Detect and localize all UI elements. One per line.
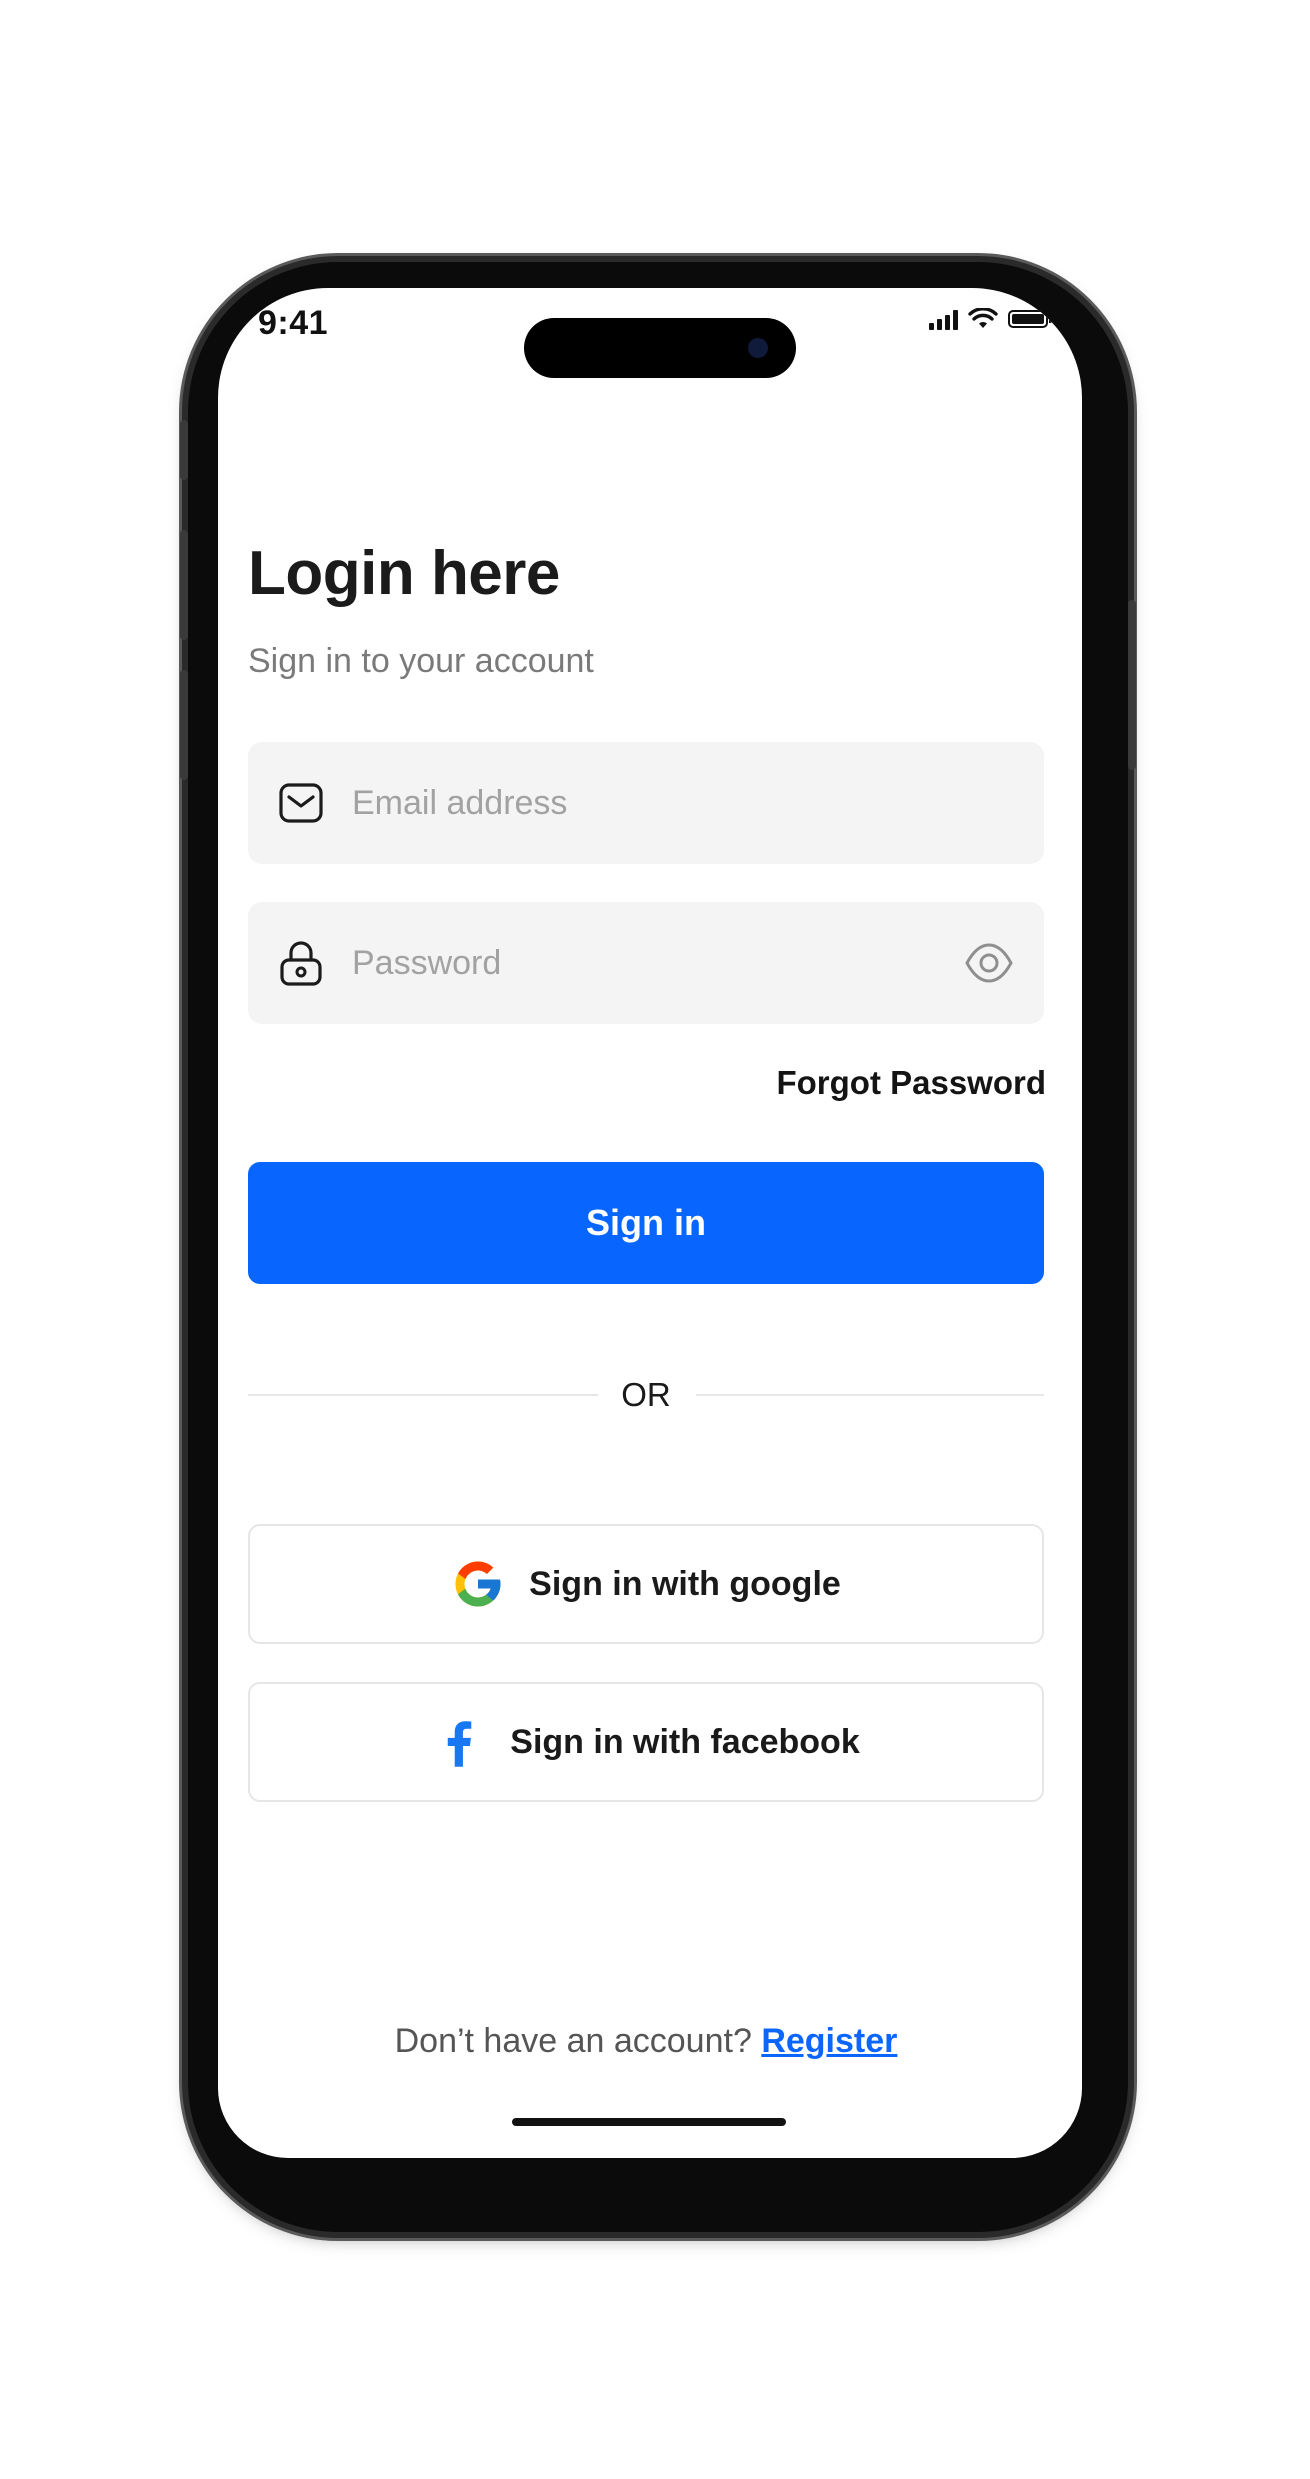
sign-in-button[interactable]: Sign in xyxy=(248,1162,1044,1284)
google-sign-in-button[interactable]: Sign in with google xyxy=(248,1524,1044,1644)
password-input[interactable] xyxy=(352,902,912,1024)
side-button-volume-up xyxy=(180,530,188,640)
email-input[interactable] xyxy=(352,742,912,864)
google-logo-icon xyxy=(455,1561,501,1607)
camera-icon xyxy=(748,338,768,358)
status-time: 9:41 xyxy=(258,304,329,342)
forgot-password-link[interactable]: Forgot Password xyxy=(776,1064,1046,1102)
home-indicator[interactable] xyxy=(512,2118,786,2126)
app-screen: 9:41 Login here Sign in to your account xyxy=(218,288,1082,2158)
page-title: Login here xyxy=(248,539,560,608)
envelope-icon xyxy=(279,783,323,823)
password-field[interactable] xyxy=(248,902,1044,1024)
cellular-signal-icon xyxy=(929,308,958,330)
google-button-label: Sign in with google xyxy=(529,1564,841,1603)
email-field[interactable] xyxy=(248,742,1044,864)
eye-icon[interactable] xyxy=(964,940,1014,986)
lock-icon xyxy=(280,941,322,986)
status-icons xyxy=(929,308,1052,330)
side-button-volume-down xyxy=(180,670,188,780)
side-button-power xyxy=(1128,600,1136,770)
divider-right xyxy=(696,1394,1044,1396)
facebook-logo-icon xyxy=(448,1721,472,1767)
dynamic-island xyxy=(524,318,796,378)
device-mockup: 9:41 Login here Sign in to your account xyxy=(0,0,1310,2479)
wifi-icon xyxy=(968,308,998,328)
facebook-button-label: Sign in with facebook xyxy=(510,1722,860,1761)
battery-icon xyxy=(1008,310,1052,328)
side-button-action xyxy=(180,420,188,480)
facebook-sign-in-button[interactable]: Sign in with facebook xyxy=(248,1682,1044,1802)
page-subtitle: Sign in to your account xyxy=(248,642,594,680)
no-account-text: Don’t have an account? xyxy=(394,2022,752,2060)
register-prompt: Don’t have an account? Register xyxy=(218,2022,1074,2061)
register-link[interactable]: Register xyxy=(761,2022,897,2060)
